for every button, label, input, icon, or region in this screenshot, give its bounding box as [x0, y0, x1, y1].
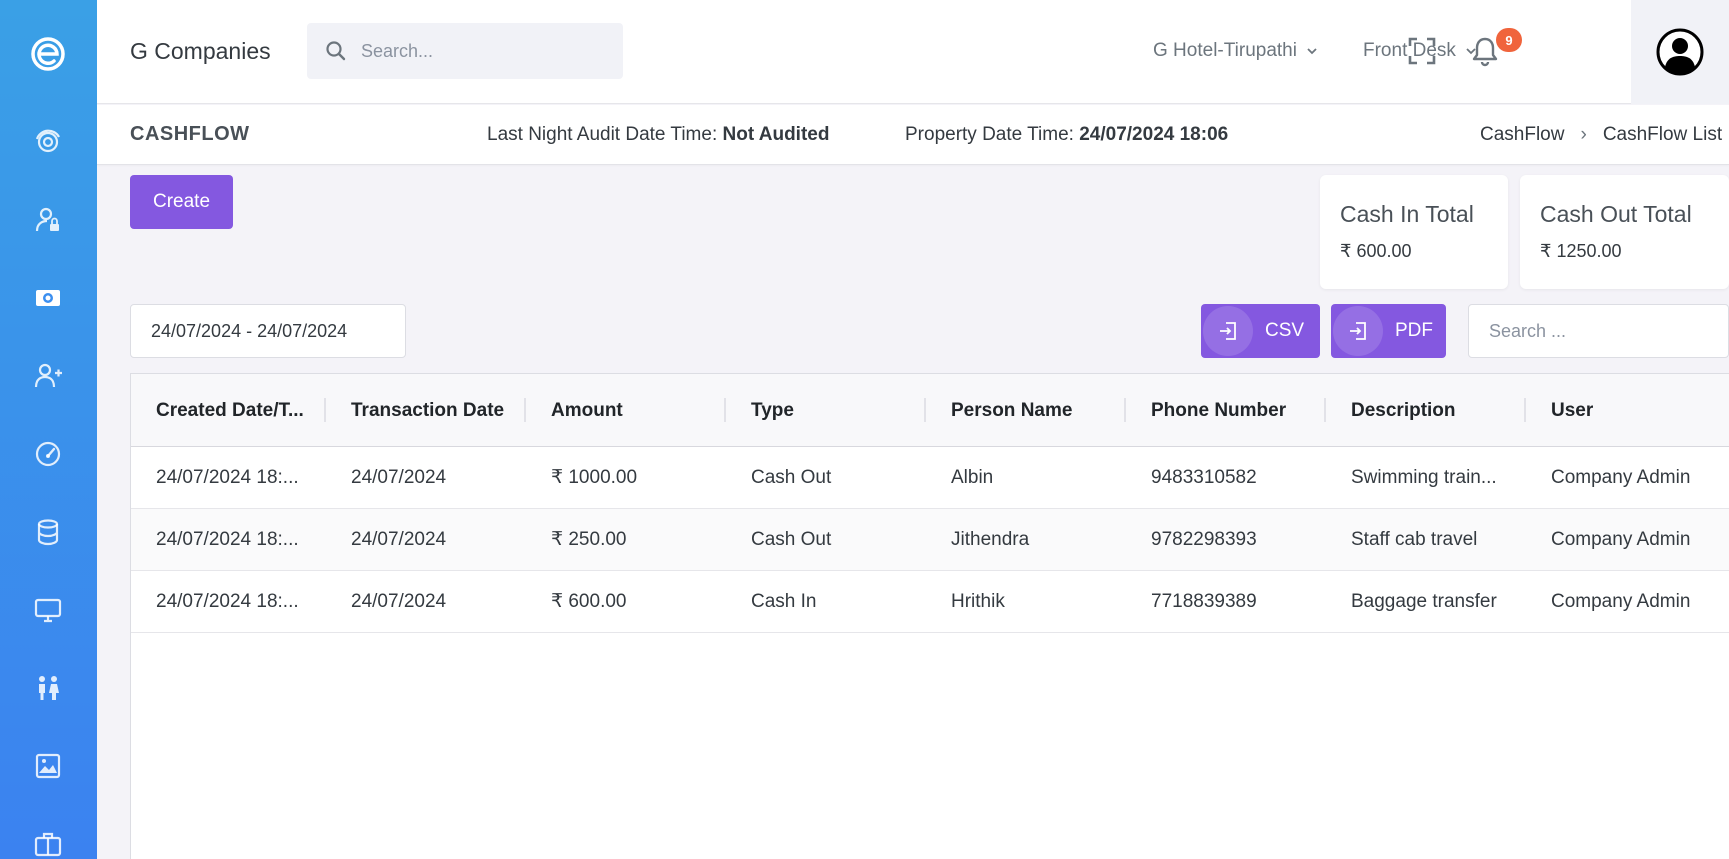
cell-description: Swimming train...: [1351, 466, 1497, 488]
col-created-date[interactable]: Created Date/T...: [156, 374, 304, 447]
col-person-name[interactable]: Person Name: [951, 374, 1072, 447]
cell-person-name: Albin: [951, 466, 994, 488]
breadcrumb-cashflow[interactable]: CashFlow: [1480, 124, 1564, 146]
monitor-icon[interactable]: [30, 592, 66, 628]
property-label: G Hotel-Tirupathi: [1153, 40, 1297, 61]
export-icon: [1220, 322, 1236, 340]
cash-in-label: Cash In Total: [1340, 201, 1474, 227]
cell-created-date: 24/07/2024 18:...: [156, 590, 299, 612]
property-dropdown[interactable]: G Hotel-Tirupathi: [1153, 40, 1319, 62]
cell-type: Cash Out: [751, 528, 832, 550]
audit-label: Last Night Audit Date Time:: [487, 124, 723, 145]
global-search[interactable]: [307, 23, 623, 79]
database-icon[interactable]: [30, 514, 66, 550]
property-date-value: 24/07/2024 18:06: [1079, 124, 1229, 145]
cell-transaction-date: 24/07/2024: [351, 528, 447, 550]
table-row[interactable]: 24/07/2024 18:... 24/07/2024 ₹ 250.00 Ca…: [131, 509, 1729, 571]
cell-user: Company Admin: [1551, 528, 1691, 550]
cell-description: Staff cab travel: [1351, 528, 1478, 550]
cell-person-name: Hrithik: [951, 590, 1005, 612]
gallery-icon[interactable]: [30, 748, 66, 784]
col-amount[interactable]: Amount: [551, 374, 623, 447]
column-divider[interactable]: [324, 398, 326, 422]
dashboard-icon[interactable]: [30, 124, 66, 160]
cell-description: Baggage transfer: [1351, 590, 1497, 612]
guests-icon[interactable]: [30, 670, 66, 706]
cell-amount: ₹ 1000.00: [551, 467, 638, 488]
chevron-right-icon: ›: [1580, 124, 1587, 145]
cell-amount: ₹ 600.00: [551, 591, 627, 612]
user-avatar[interactable]: [1631, 0, 1729, 104]
cell-user: Company Admin: [1551, 590, 1691, 612]
property-date-info: Property Date Time: 24/07/2024 18:06: [905, 124, 1228, 146]
cashflow-table: Created Date/T... Transaction Date Amoun…: [130, 373, 1729, 859]
page-subheader: CASHFLOW Last Night Audit Date Time: Not…: [97, 105, 1729, 165]
cell-transaction-date: 24/07/2024: [351, 590, 447, 612]
column-divider[interactable]: [724, 398, 726, 422]
cash-out-total-card: Cash Out Total ₹ 1250.00: [1520, 175, 1729, 289]
table-row[interactable]: 24/07/2024 18:... 24/07/2024 ₹ 600.00 Ca…: [131, 571, 1729, 633]
cell-person-name: Jithendra: [951, 528, 1030, 550]
cell-phone-number: 9483310582: [1151, 466, 1257, 488]
speedometer-icon[interactable]: [30, 436, 66, 472]
chevron-down-icon: [1307, 48, 1317, 55]
notification-badge: 9: [1496, 28, 1522, 52]
col-phone-number[interactable]: Phone Number: [1151, 374, 1286, 447]
cell-user: Company Admin: [1551, 466, 1691, 488]
date-range-picker[interactable]: 24/07/2024 - 24/07/2024: [130, 304, 406, 358]
cash-in-total-card: Cash In Total ₹ 600.00: [1320, 175, 1508, 289]
table-search-input[interactable]: [1468, 304, 1729, 358]
column-divider[interactable]: [524, 398, 526, 422]
cash-out-value: ₹ 1250.00: [1540, 241, 1622, 261]
avatar-icon: [1656, 28, 1704, 76]
search-icon: [326, 41, 346, 61]
csv-label: CSV: [1265, 320, 1305, 341]
global-search-input[interactable]: [361, 40, 601, 62]
cell-phone-number: 9782298393: [1151, 528, 1257, 550]
column-divider[interactable]: [1324, 398, 1326, 422]
pdf-label: PDF: [1395, 320, 1433, 341]
audit-value: Not Audited: [722, 124, 830, 145]
cell-transaction-date: 24/07/2024: [351, 466, 447, 488]
cell-created-date: 24/07/2024 18:...: [156, 528, 299, 550]
cell-type: Cash In: [751, 590, 817, 612]
briefcase-icon[interactable]: [30, 826, 66, 859]
create-button[interactable]: Create: [130, 175, 233, 229]
col-user[interactable]: User: [1551, 374, 1593, 447]
cash-out-label: Cash Out Total: [1540, 201, 1692, 227]
pdf-export-button[interactable]: PDF: [1331, 304, 1446, 358]
cash-in-value: ₹ 600.00: [1340, 241, 1412, 261]
table-row[interactable]: 24/07/2024 18:... 24/07/2024 ₹ 1000.00 C…: [131, 447, 1729, 509]
add-user-icon[interactable]: [30, 358, 66, 394]
cell-amount: ₹ 250.00: [551, 529, 627, 550]
col-type[interactable]: Type: [751, 374, 794, 447]
col-transaction-date[interactable]: Transaction Date: [351, 374, 504, 447]
column-divider[interactable]: [1124, 398, 1126, 422]
property-date-label: Property Date Time:: [905, 124, 1080, 145]
cashflow-icon[interactable]: [30, 280, 66, 316]
breadcrumb-cashflow-list: CashFlow List: [1602, 124, 1723, 145]
cell-created-date: 24/07/2024 18:...: [156, 466, 299, 488]
export-icon: [1350, 322, 1366, 340]
breadcrumb: CashFlow › CashFlow List: [1480, 124, 1722, 146]
user-lock-icon[interactable]: [30, 202, 66, 238]
app-logo-icon[interactable]: [30, 36, 66, 72]
company-name: G Companies: [130, 38, 271, 64]
fullscreen-icon[interactable]: [1408, 37, 1436, 65]
column-divider[interactable]: [924, 398, 926, 422]
table-header: Created Date/T... Transaction Date Amoun…: [131, 374, 1729, 447]
sidebar: [0, 0, 97, 859]
cell-phone-number: 7718839389: [1151, 590, 1257, 612]
csv-export-button[interactable]: CSV: [1201, 304, 1320, 358]
cell-type: Cash Out: [751, 466, 832, 488]
column-divider[interactable]: [1524, 398, 1526, 422]
audit-info: Last Night Audit Date Time: Not Audited: [487, 124, 829, 146]
page-title: CASHFLOW: [130, 123, 250, 145]
col-description[interactable]: Description: [1351, 374, 1456, 447]
